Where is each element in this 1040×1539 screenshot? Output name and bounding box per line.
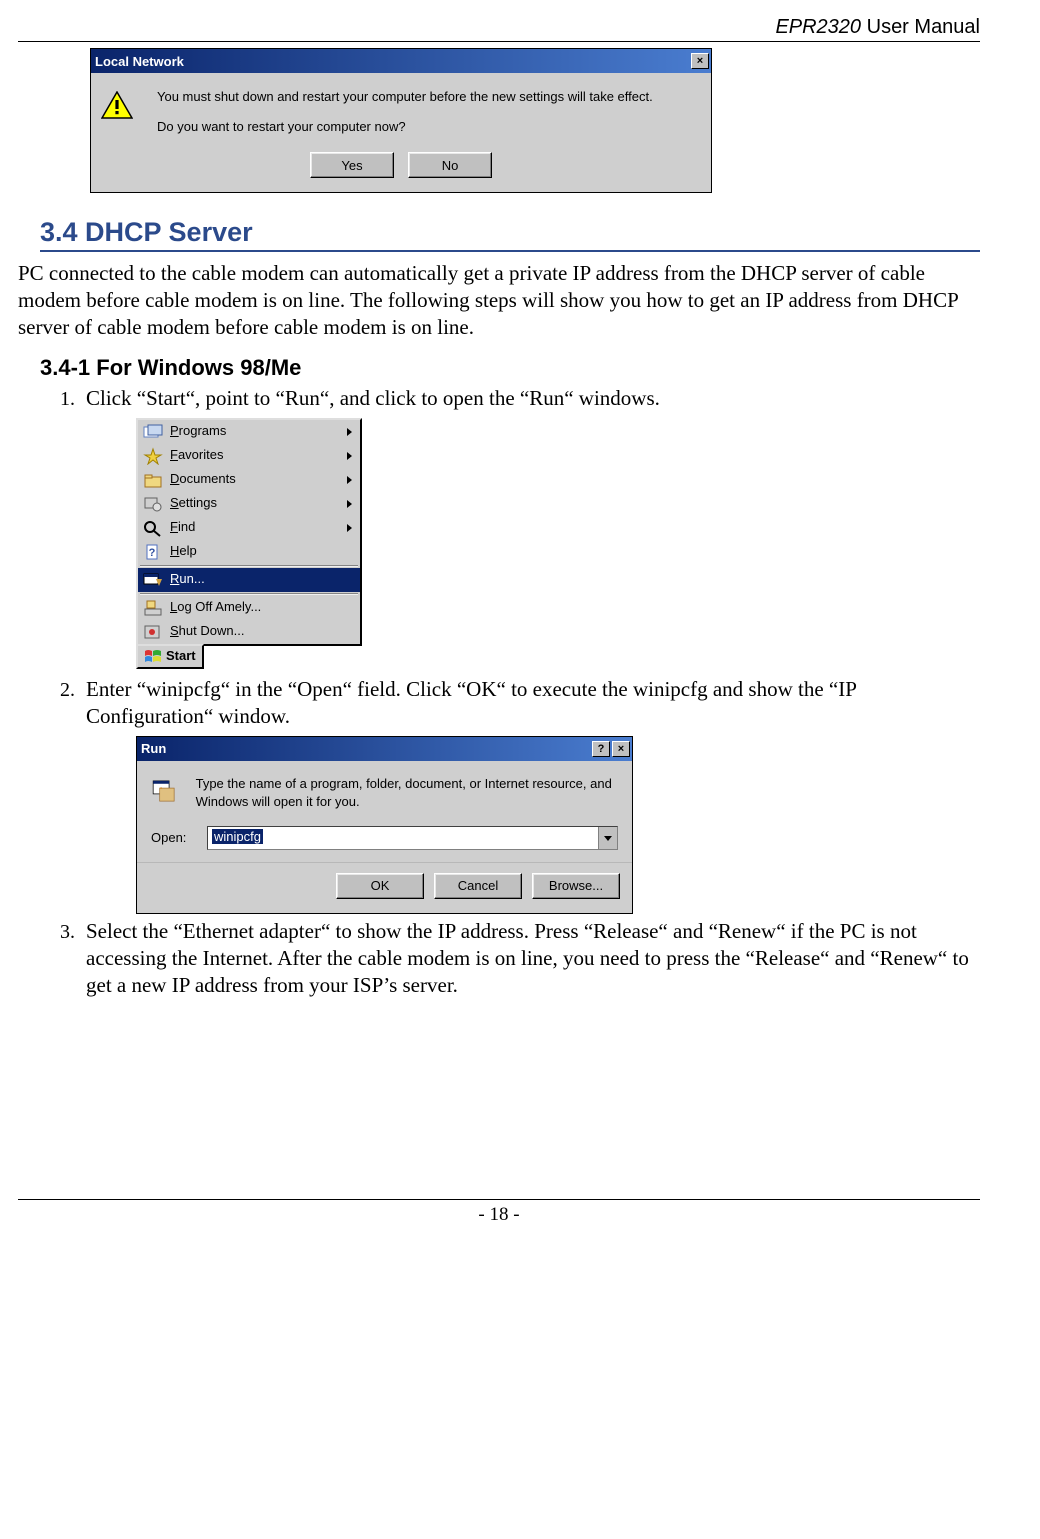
- intro-paragraph: PC connected to the cable modem can auto…: [18, 260, 980, 341]
- browse-button[interactable]: Browse...: [532, 873, 620, 899]
- submenu-arrow-icon: [347, 476, 352, 484]
- dialog-title: Local Network: [95, 54, 689, 69]
- dialog-titlebar: Local Network ×: [91, 49, 711, 73]
- close-icon: ×: [618, 742, 624, 756]
- step-2: Enter “winipcfg“ in the “Open“ field. Cl…: [80, 676, 980, 914]
- start-button[interactable]: Start: [136, 644, 204, 669]
- submenu-arrow-icon: [347, 452, 352, 460]
- header-suffix: User Manual: [861, 16, 980, 38]
- start-menu-item[interactable]: Programs: [138, 420, 360, 444]
- run-title: Run: [141, 741, 590, 758]
- svg-text:?: ?: [149, 547, 156, 559]
- start-label: Start: [166, 648, 196, 665]
- submenu-arrow-icon: [347, 524, 352, 532]
- run-titlebar: Run ? ×: [137, 737, 632, 761]
- submenu-arrow-icon: [347, 428, 352, 436]
- dialog-text-line2: Do you want to restart your computer now…: [157, 117, 653, 137]
- open-input: winipcfg: [208, 827, 598, 849]
- help-button[interactable]: ?: [592, 741, 610, 757]
- step-1-text: Click “Start“, point to “Run“, and click…: [86, 386, 660, 410]
- run-icon: [151, 775, 176, 807]
- close-button[interactable]: ×: [691, 53, 709, 69]
- step-3: Select the “Ethernet adapter“ to show th…: [80, 918, 980, 999]
- no-button[interactable]: No: [408, 152, 492, 178]
- open-combobox[interactable]: winipcfg: [207, 826, 618, 850]
- start-menu-figure: ProgramsFavoritesDocumentsSettingsFind?H…: [136, 418, 362, 673]
- step-3-text: Select the “Ethernet adapter“ to show th…: [86, 919, 969, 997]
- product-name: EPR2320: [775, 16, 861, 38]
- page-footer: - 18 -: [18, 1199, 980, 1226]
- open-label: Open:: [151, 830, 207, 847]
- start-menu-item[interactable]: Documents: [138, 468, 360, 492]
- close-icon: ×: [697, 55, 703, 67]
- start-menu-item[interactable]: Find: [138, 516, 360, 540]
- page-header: EPR2320 User Manual: [18, 10, 980, 42]
- help-icon: ?: [598, 742, 605, 756]
- start-menu-item[interactable]: Favorites: [138, 444, 360, 468]
- page-number: - 18 -: [478, 1204, 519, 1225]
- subsection-heading: 3.4-1 For Windows 98/Me: [40, 355, 980, 381]
- run-dialog: Run ? × Type the name of a program, fold…: [136, 736, 633, 914]
- open-input-value: winipcfg: [212, 829, 263, 844]
- start-menu-item[interactable]: Log Off Amely...: [138, 596, 360, 620]
- run-desc: Type the name of a program, folder, docu…: [196, 775, 618, 810]
- dialog-local-network: Local Network × You must shut down and r…: [90, 48, 712, 193]
- start-menu-item[interactable]: Run...: [138, 568, 360, 592]
- cancel-button[interactable]: Cancel: [434, 873, 522, 899]
- step-2-text: Enter “winipcfg“ in the “Open“ field. Cl…: [86, 677, 856, 728]
- dialog-text-line1: You must shut down and restart your comp…: [157, 87, 653, 107]
- yes-button[interactable]: Yes: [310, 152, 394, 178]
- start-menu-item[interactable]: Shut Down...: [138, 620, 360, 644]
- run-close-button[interactable]: ×: [612, 741, 630, 757]
- start-menu-item[interactable]: Settings: [138, 492, 360, 516]
- windows-flag-icon: [144, 649, 162, 665]
- step-1: Click “Start“, point to “Run“, and click…: [80, 385, 980, 673]
- start-menu-item[interactable]: ?Help: [138, 540, 360, 564]
- section-heading: 3.4 DHCP Server: [40, 217, 980, 252]
- warning-icon: [101, 87, 157, 136]
- submenu-arrow-icon: [347, 500, 352, 508]
- dropdown-button[interactable]: [598, 827, 617, 849]
- ok-button[interactable]: OK: [336, 873, 424, 899]
